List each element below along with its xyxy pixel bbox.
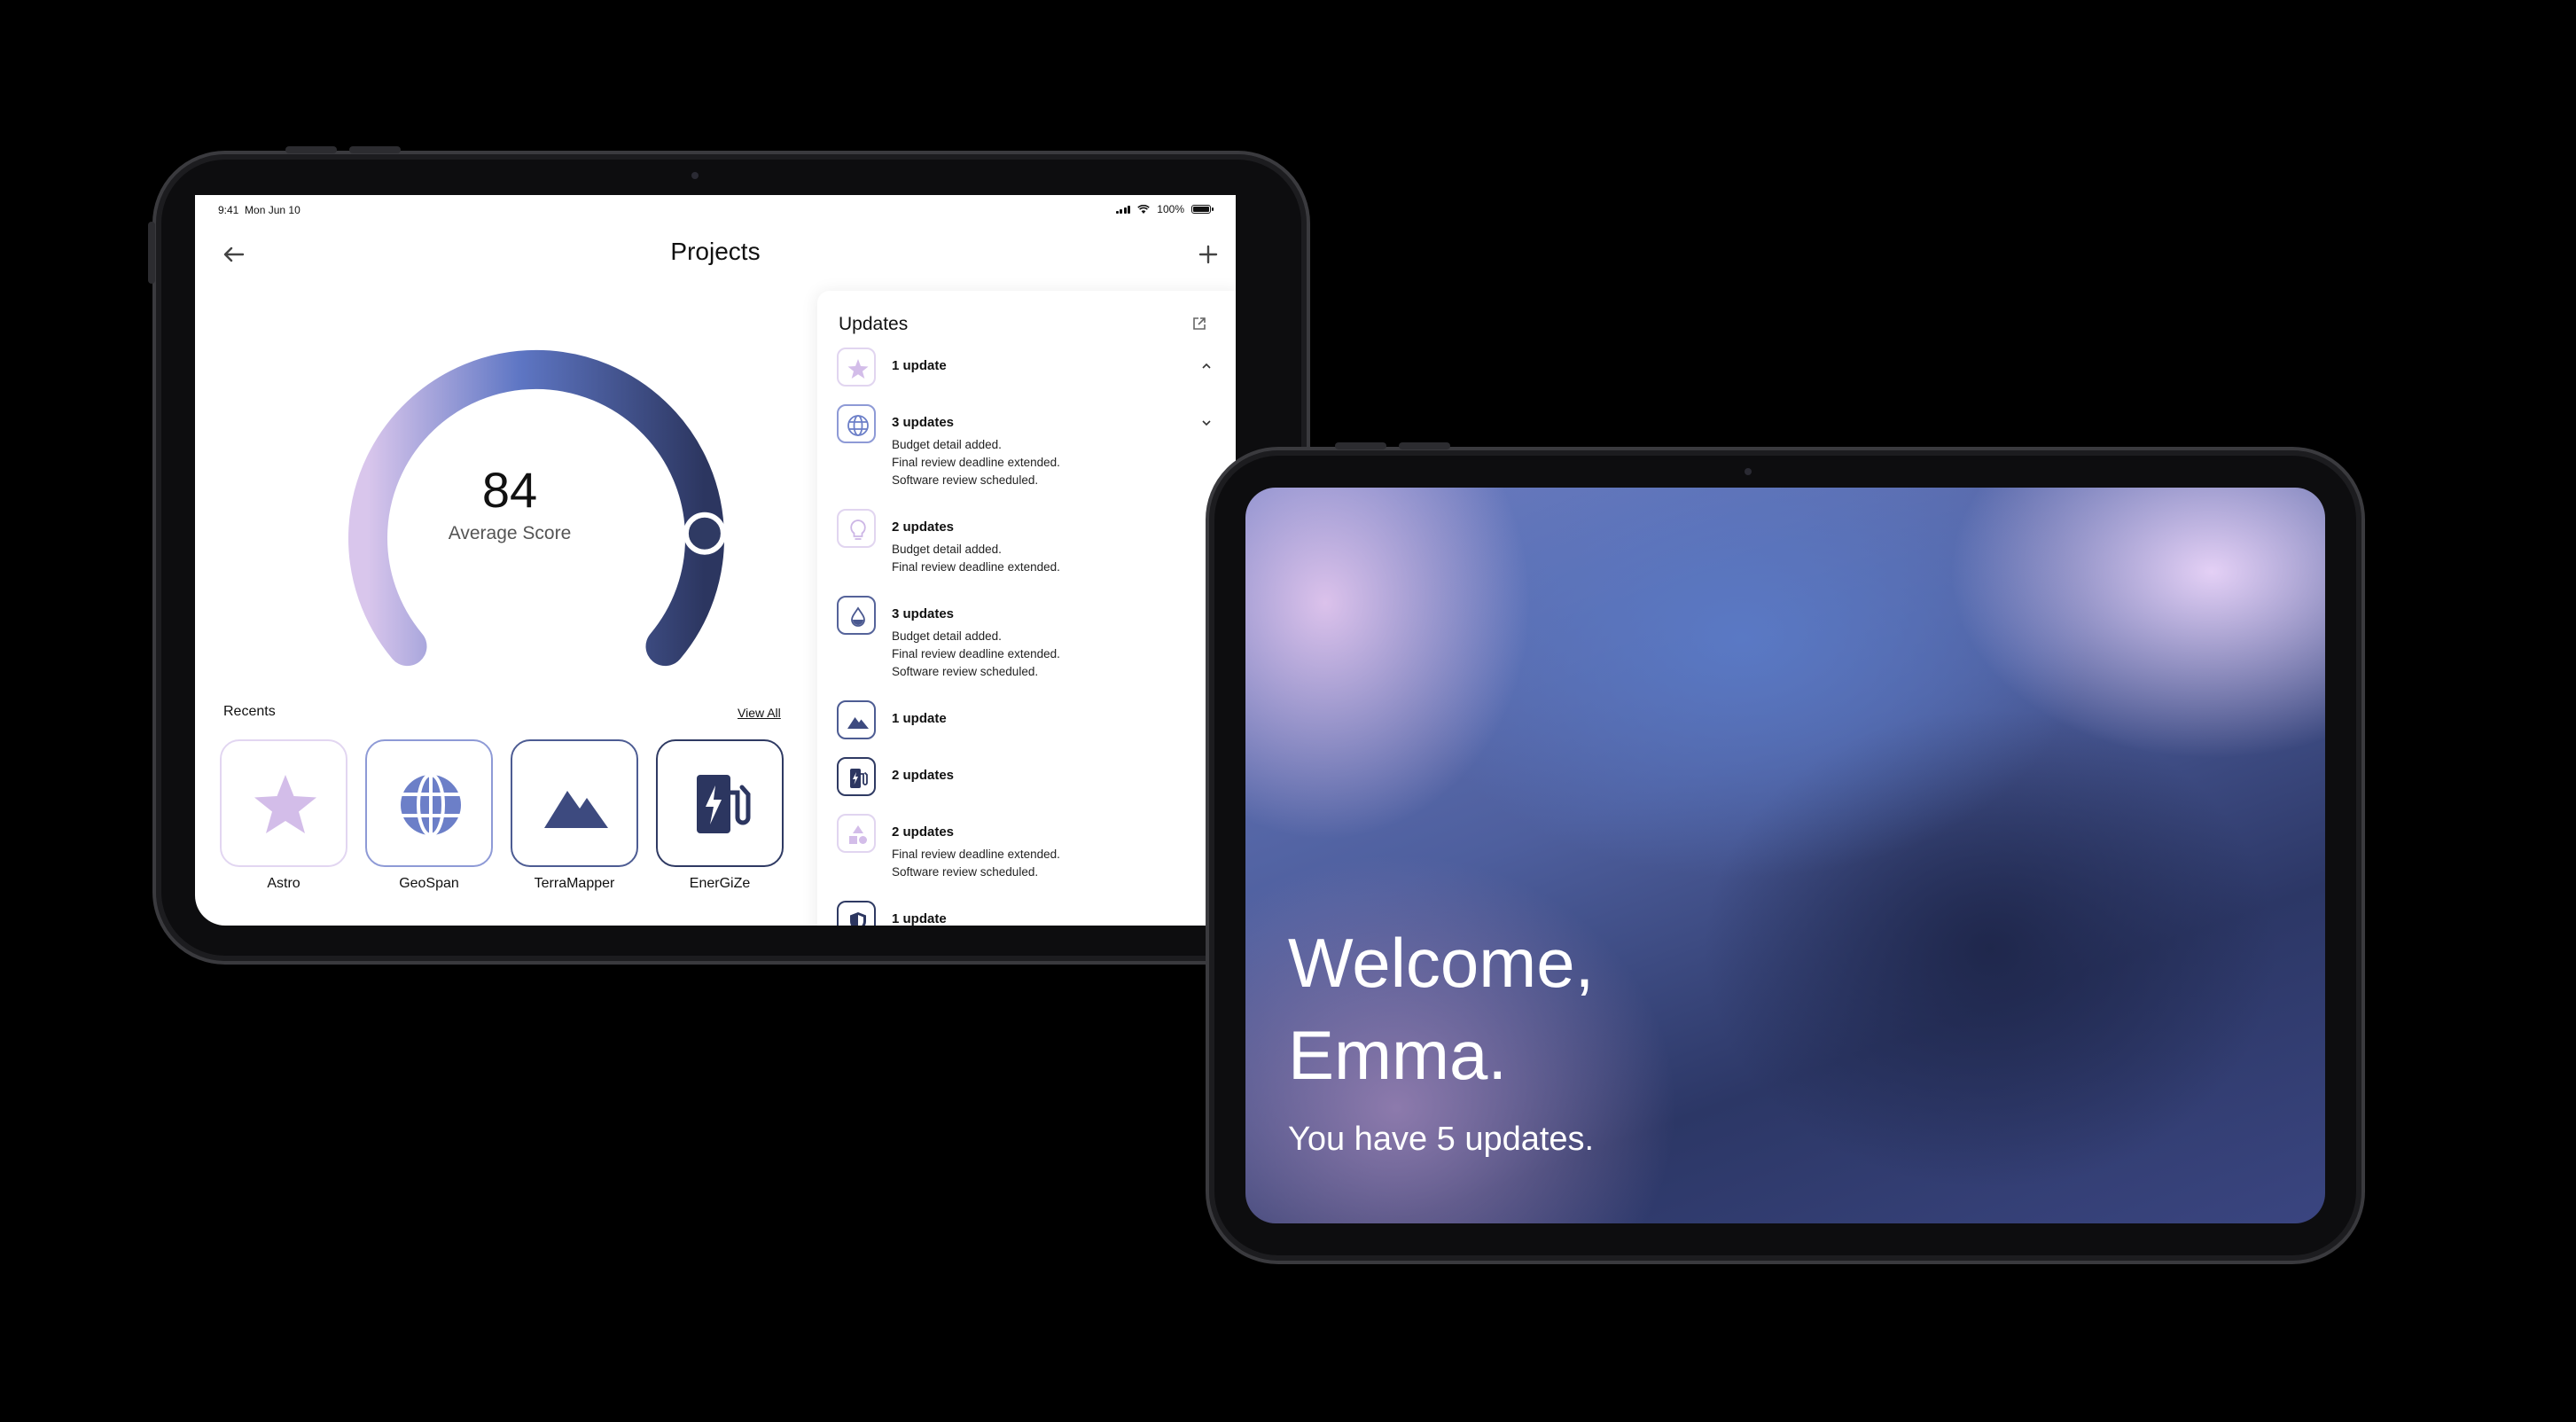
- volume-button: [1399, 442, 1450, 449]
- recent-label: TerraMapper: [534, 876, 615, 891]
- status-time: 9:41 Mon Jun 10: [218, 204, 301, 216]
- update-item-energize[interactable]: 2 updates: [837, 757, 1218, 801]
- add-icon[interactable]: [1193, 239, 1223, 270]
- update-item-shield[interactable]: 1 update: [837, 901, 1218, 926]
- update-icon-box: [837, 596, 876, 635]
- status-indicators: 100%: [1115, 203, 1214, 215]
- status-date-text: Mon Jun 10: [245, 204, 301, 216]
- update-detail-line: Budget detail added.: [892, 438, 1002, 451]
- lightbulb-icon: [850, 520, 866, 540]
- wifi-icon: [1137, 204, 1151, 214]
- update-details: Budget detail added. Final review deadli…: [892, 541, 1060, 576]
- update-count: 1 update: [892, 911, 947, 926]
- update-detail-line: Software review scheduled.: [892, 473, 1039, 487]
- mountain-icon: [544, 791, 608, 828]
- average-score-value: 84: [481, 462, 538, 518]
- welcome-heading: Welcome, Emma.: [1288, 917, 1594, 1101]
- side-button: [148, 222, 155, 284]
- welcome-screen: Welcome, Emma. You have 5 updates.: [1245, 488, 2325, 1223]
- updates-title: Updates: [839, 314, 909, 334]
- update-item-lightbulb[interactable]: 2 updates Budget detail added. Final rev…: [837, 509, 1218, 583]
- update-item-astro[interactable]: 1 update: [837, 348, 1218, 392]
- shapes-icon: [849, 825, 867, 844]
- update-detail-line: Final review deadline extended.: [892, 560, 1060, 574]
- recent-tile-astro[interactable]: [220, 739, 347, 867]
- update-detail-line: Final review deadline extended.: [892, 647, 1060, 660]
- update-details: Final review deadline extended. Software…: [892, 846, 1060, 881]
- update-count: 3 updates: [892, 606, 955, 621]
- volume-button: [349, 146, 401, 153]
- update-icon-box: [837, 509, 876, 548]
- update-icon-box: [837, 901, 876, 926]
- update-count: 2 updates: [892, 520, 955, 535]
- update-item-terramapper[interactable]: 1 update: [837, 700, 1218, 745]
- recents-title: Recents: [223, 704, 276, 719]
- update-count: 1 update: [892, 711, 947, 726]
- update-item-shapes[interactable]: 2 updates Final review deadline extended…: [837, 814, 1218, 888]
- update-count: 3 updates: [892, 415, 955, 430]
- view-all-link[interactable]: View All: [738, 706, 781, 720]
- update-count: 1 update: [892, 358, 947, 373]
- cellular-signal-icon: [1115, 205, 1131, 214]
- front-camera: [691, 172, 699, 179]
- update-detail-line: Final review deadline extended.: [892, 848, 1060, 861]
- recent-label: EnerGiZe: [689, 876, 751, 891]
- recent-label: Astro: [267, 876, 301, 891]
- water-drop-icon: [851, 606, 865, 627]
- welcome-line: Welcome,: [1288, 924, 1595, 1002]
- recent-label: GeoSpan: [399, 876, 459, 891]
- update-item-water[interactable]: 3 updates Budget detail added. Final rev…: [837, 596, 1218, 688]
- globe-icon: [401, 773, 461, 837]
- updates-summary: You have 5 updates.: [1288, 1121, 1595, 1158]
- ev-charger-icon: [697, 775, 751, 833]
- status-bar: 9:41 Mon Jun 10 100%: [195, 195, 1236, 222]
- update-detail-line: Budget detail added.: [892, 629, 1002, 643]
- update-icon-box: [837, 404, 876, 443]
- update-icon-box: [837, 700, 876, 739]
- status-time-text: 9:41: [218, 204, 239, 216]
- updates-panel: Updates 1 update 3 updates Budget detail…: [817, 291, 1236, 926]
- chevron-up-icon[interactable]: [1200, 360, 1213, 372]
- star-icon: [254, 775, 316, 833]
- update-detail-line: Final review deadline extended.: [892, 456, 1060, 469]
- star-icon: [847, 359, 869, 379]
- update-detail-line: Software review scheduled.: [892, 865, 1039, 879]
- update-count: 2 updates: [892, 824, 955, 840]
- user-name: Emma.: [1288, 1016, 1508, 1094]
- volume-button: [1335, 442, 1386, 449]
- chevron-down-icon[interactable]: [1200, 417, 1213, 429]
- gauge-knob[interactable]: [683, 512, 726, 555]
- recent-tile-terramapper[interactable]: [511, 739, 638, 867]
- update-item-geospan[interactable]: 3 updates Budget detail added. Final rev…: [837, 404, 1218, 496]
- update-icon-box: [837, 757, 876, 796]
- update-detail-line: Software review scheduled.: [892, 665, 1039, 678]
- projects-screen: 9:41 Mon Jun 10 100% Projects 84 Average…: [195, 195, 1236, 926]
- front-camera: [1745, 468, 1752, 475]
- page-title: Projects: [670, 238, 761, 265]
- mountain-icon: [847, 717, 869, 729]
- update-details: Budget detail added. Final review deadli…: [892, 628, 1060, 681]
- update-detail-line: Budget detail added.: [892, 543, 1002, 556]
- update-icon-box: [837, 348, 876, 387]
- volume-button: [285, 146, 337, 153]
- globe-icon: [847, 415, 869, 436]
- recent-tile-geospan[interactable]: [365, 739, 493, 867]
- recent-tile-energize[interactable]: [656, 739, 784, 867]
- update-details: Budget detail added. Final review deadli…: [892, 436, 1060, 489]
- update-count: 2 updates: [892, 768, 955, 783]
- average-score-label: Average Score: [448, 523, 572, 543]
- battery-percent: 100%: [1157, 203, 1184, 215]
- battery-icon: [1191, 205, 1214, 214]
- ev-charger-icon: [850, 769, 868, 788]
- update-icon-box: [837, 814, 876, 853]
- shield-icon: [850, 912, 866, 926]
- external-link-icon[interactable]: [1191, 316, 1207, 332]
